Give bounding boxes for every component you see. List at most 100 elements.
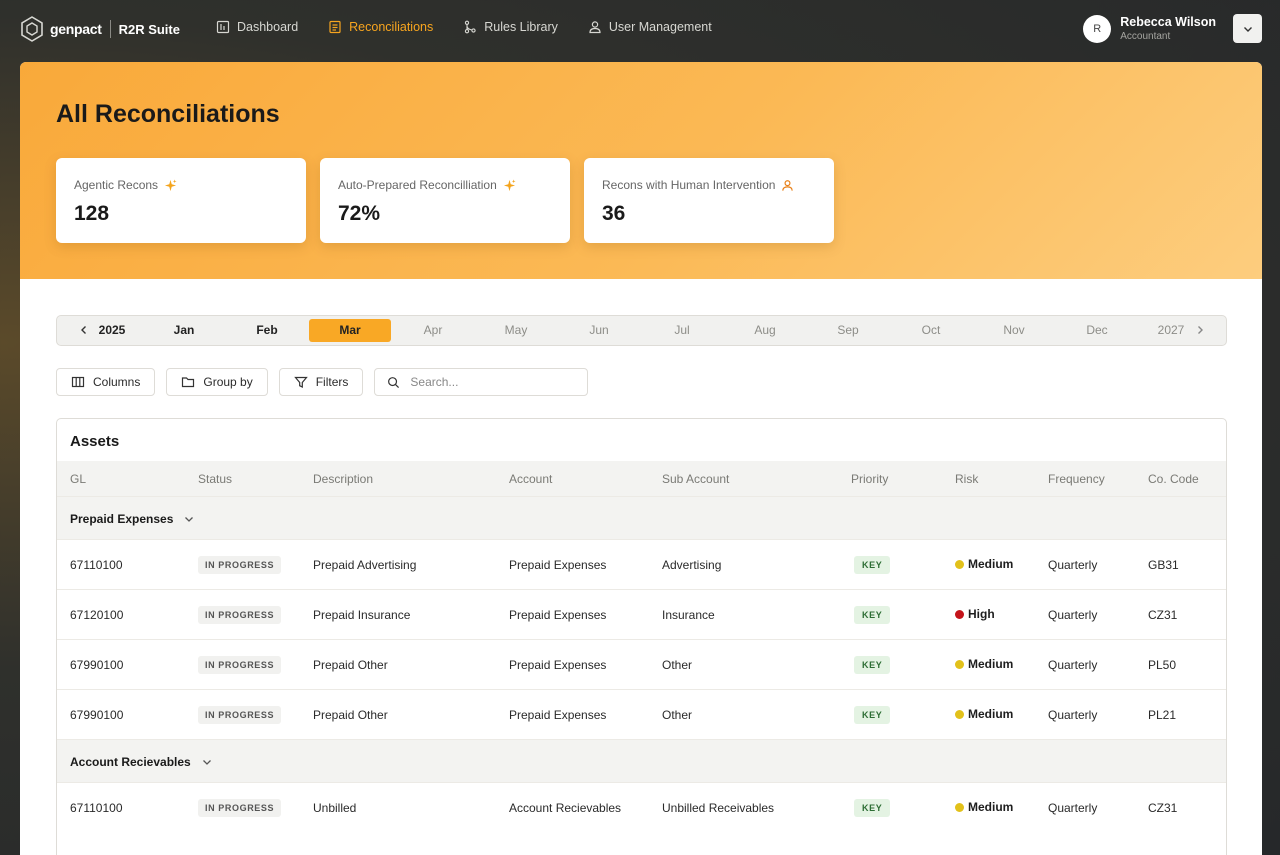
month-aug[interactable]: Aug [724, 319, 806, 342]
user-menu-button[interactable] [1233, 14, 1262, 43]
table-toolbar: Columns Group by Filters [56, 368, 589, 396]
risk-indicator: Medium [955, 800, 1013, 814]
person-icon [782, 179, 794, 191]
stat-label: Agentic Recons [74, 178, 177, 192]
folder-icon [182, 377, 195, 388]
chevron-down-icon[interactable] [201, 756, 213, 768]
nav-user-management[interactable]: User Management [588, 20, 712, 34]
cell-co-code: CZ31 [1148, 608, 1178, 622]
nav-reconciliations[interactable]: Reconciliations [328, 20, 433, 34]
summary-header: All Reconciliations Agentic Recons 128 A… [20, 62, 1262, 279]
group-row-prepaid-expenses[interactable]: Prepaid Expenses [57, 496, 1226, 539]
risk-label: Medium [968, 557, 1014, 571]
chevron-down-icon[interactable] [183, 513, 195, 525]
group-row-account-recievables[interactable]: Account Recievables [57, 739, 1226, 782]
columns-label: Columns [93, 375, 141, 389]
header-account[interactable]: Account [509, 472, 552, 486]
table-row[interactable]: 67990100 IN PROGRESS Prepaid Other Prepa… [57, 639, 1226, 689]
cell-gl: 67110100 [70, 558, 123, 572]
table-row[interactable]: 67110100 IN PROGRESS Unbilled Account Re… [57, 782, 1226, 832]
cell-frequency: Quarterly [1048, 658, 1098, 672]
stat-value: 72% [338, 202, 381, 225]
stat-label-text: Auto-Prepared Reconcilliation [338, 178, 497, 192]
dashboard-icon [216, 20, 230, 34]
top-navigation-bar: genpact R2R Suite Dashboard Reconciliati… [0, 0, 1280, 60]
header-sub-account[interactable]: Sub Account [662, 472, 729, 486]
brand[interactable]: genpact R2R Suite [20, 15, 180, 43]
year-start[interactable]: 2025 [93, 319, 131, 342]
columns-button[interactable]: Columns [56, 368, 156, 396]
search-input[interactable] [410, 375, 561, 389]
month-jul[interactable]: Jul [641, 319, 723, 342]
nav-rules-library[interactable]: Rules Library [463, 20, 558, 34]
brand-logo-text: genpact [50, 21, 102, 37]
user-role: Accountant [1120, 31, 1171, 42]
header-co-code[interactable]: Co. Code [1148, 472, 1199, 486]
month-sep[interactable]: Sep [807, 319, 889, 342]
filters-label: Filters [315, 375, 349, 389]
chevron-down-icon [1243, 26, 1252, 32]
cell-gl: 67990100 [70, 708, 124, 722]
risk-label: High [968, 607, 995, 621]
month-mar[interactable]: Mar [309, 319, 391, 342]
status-badge: IN PROGRESS [198, 656, 282, 674]
month-apr[interactable]: Apr [392, 319, 474, 342]
cell-co-code: PL50 [1148, 658, 1177, 672]
document-icon [329, 20, 341, 34]
avatar[interactable]: R [1083, 14, 1112, 43]
table-title: Assets [70, 433, 120, 450]
table-row[interactable]: 67120100 IN PROGRESS Prepaid Insurance P… [57, 589, 1226, 639]
status-badge: IN PROGRESS [198, 799, 282, 817]
nav-dashboard[interactable]: Dashboard [216, 20, 298, 34]
cell-account: Account Recievables [509, 801, 622, 815]
header-risk[interactable]: Risk [955, 472, 978, 486]
sparkle-icon [503, 178, 516, 191]
stat-label-text: Recons with Human Intervention [602, 178, 776, 192]
chevron-right-icon[interactable] [1193, 323, 1207, 337]
priority-badge: KEY [854, 606, 891, 624]
risk-dot-icon [955, 802, 964, 812]
month-jan[interactable]: Jan [143, 319, 225, 342]
nav-rules-library-label: Rules Library [484, 20, 558, 34]
month-jun[interactable]: Jun [558, 319, 640, 342]
cell-frequency: Quarterly [1048, 708, 1098, 722]
cell-sub-account: Unbilled Receivables [662, 801, 775, 815]
stat-card-auto-prepared[interactable]: Auto-Prepared Reconcilliation 72% [320, 158, 570, 243]
group-label-text: Prepaid Expenses [70, 512, 174, 526]
cell-co-code: CZ31 [1148, 801, 1178, 815]
table-row[interactable]: 67110100 IN PROGRESS Prepaid Advertising… [57, 539, 1226, 589]
year-end[interactable]: 2027 [1151, 319, 1191, 342]
assets-table: Assets GL Status Description Account Sub… [56, 418, 1227, 855]
stat-card-human-intervention[interactable]: Recons with Human Intervention 36 [584, 158, 834, 243]
filters-button[interactable]: Filters [278, 368, 364, 396]
risk-label: Medium [968, 800, 1014, 814]
search-icon [388, 376, 400, 388]
genpact-logo-icon [21, 16, 43, 42]
header-status[interactable]: Status [198, 472, 232, 486]
header-gl[interactable]: GL [70, 472, 86, 486]
nav-dashboard-label: Dashboard [237, 20, 299, 34]
nav-user-management-label: User Management [608, 20, 712, 34]
month-feb[interactable]: Feb [226, 319, 308, 342]
month-nov[interactable]: Nov [973, 319, 1055, 342]
month-dec[interactable]: Dec [1056, 319, 1138, 342]
table-row[interactable]: 67990100 IN PROGRESS Prepaid Other Prepa… [57, 689, 1226, 739]
group-by-button[interactable]: Group by [166, 368, 268, 396]
month-oct[interactable]: Oct [890, 319, 972, 342]
cell-description: Prepaid Other [313, 658, 388, 672]
suite-name: R2R Suite [118, 21, 180, 37]
risk-indicator: High [955, 607, 995, 621]
month-may[interactable]: May [475, 319, 557, 342]
cell-description: Prepaid Insurance [313, 608, 411, 622]
stat-card-agentic-recons[interactable]: Agentic Recons 128 [56, 158, 306, 243]
header-frequency[interactable]: Frequency [1048, 472, 1105, 486]
search-box [374, 368, 589, 396]
status-badge: IN PROGRESS [198, 556, 282, 574]
header-description[interactable]: Description [313, 472, 373, 486]
chevron-left-icon[interactable] [77, 323, 91, 337]
table-header: GL Status Description Account Sub Accoun… [57, 461, 1226, 496]
risk-dot-icon [955, 659, 964, 669]
group-by-label: Group by [203, 375, 253, 389]
header-priority[interactable]: Priority [851, 472, 888, 486]
status-badge: IN PROGRESS [198, 606, 282, 624]
